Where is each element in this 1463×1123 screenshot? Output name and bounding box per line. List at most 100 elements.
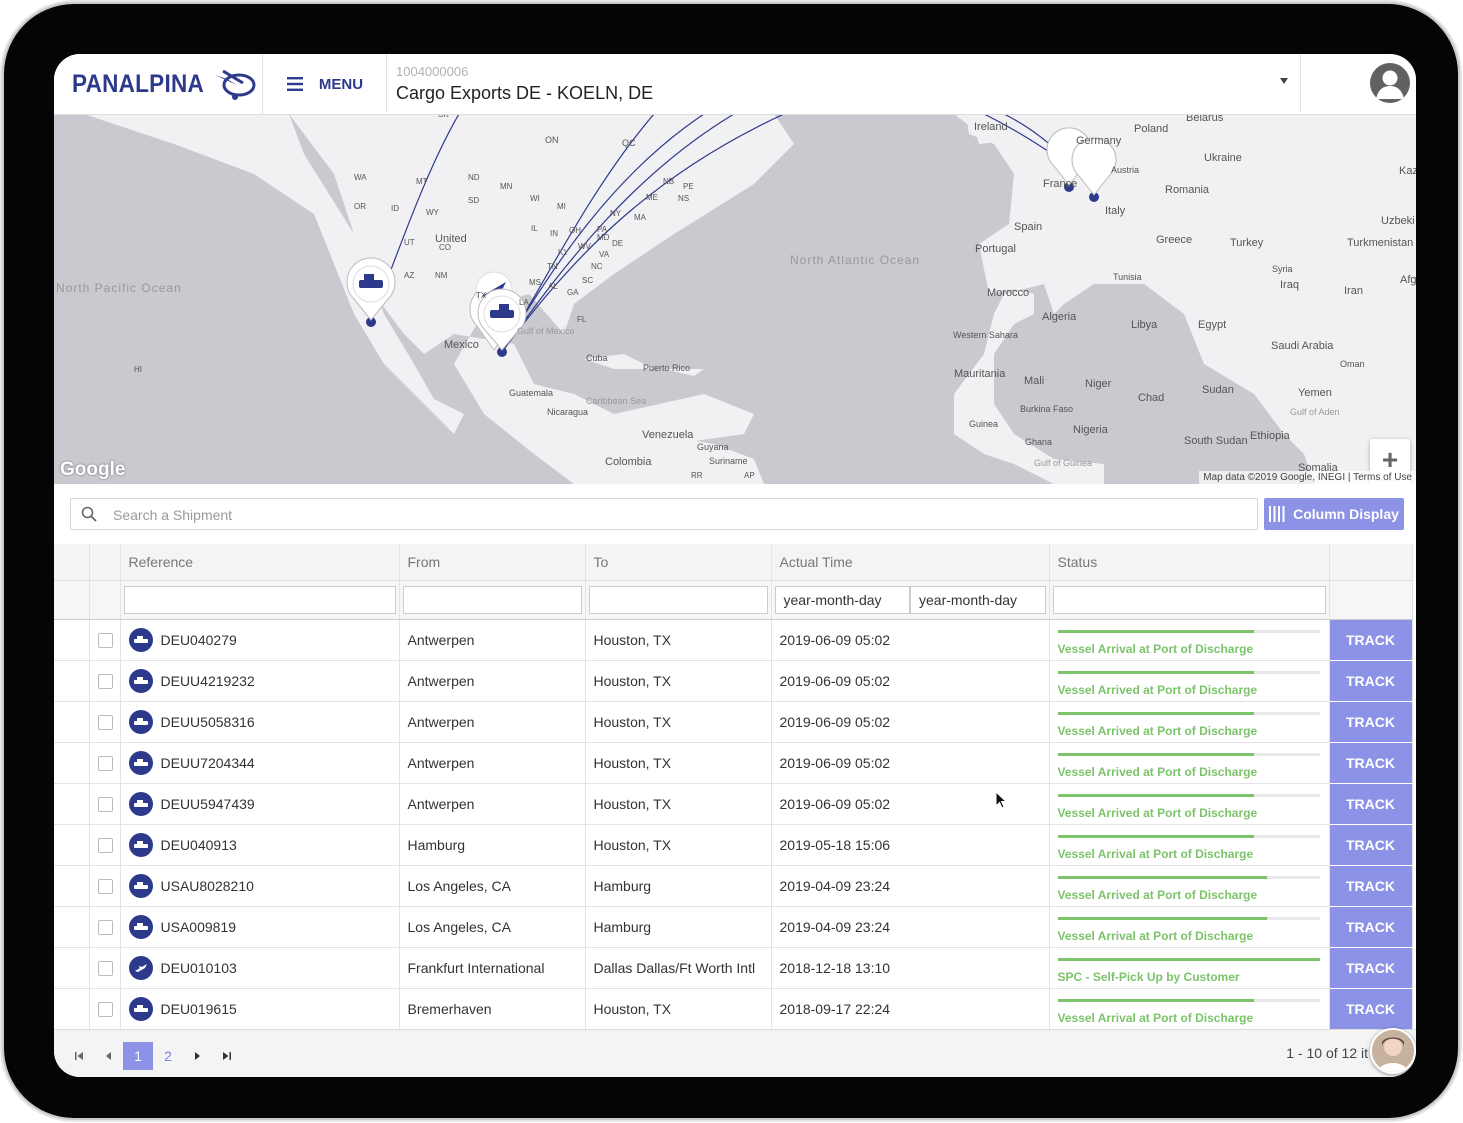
status-progress-bar <box>1057 835 1320 838</box>
row-checkbox[interactable] <box>97 1001 113 1017</box>
row-checkbox[interactable] <box>97 960 113 976</box>
track-button[interactable]: TRACK <box>1329 865 1413 907</box>
label-nigeria: Nigeria <box>1073 424 1109 436</box>
filter-status-cell <box>1049 580 1330 620</box>
actual-time-cell: 2019-06-09 05:02 <box>771 783 1050 825</box>
reference-cell: USA009819 <box>120 906 400 948</box>
track-button[interactable]: TRACK <box>1329 947 1413 989</box>
actual-time-cell: 2018-09-17 22:24 <box>771 988 1050 1030</box>
filter-status-input[interactable] <box>1052 586 1326 614</box>
table-row[interactable]: USA009819 Los Angeles, CA Hamburg 2019-04-0… <box>54 906 1413 948</box>
track-button[interactable]: TRACK <box>1329 619 1413 661</box>
menu-button[interactable]: MENU <box>262 54 387 114</box>
actual-time-cell: 2019-04-09 23:24 <box>771 865 1050 907</box>
label-south-sudan: South Sudan <box>1184 435 1248 447</box>
table-row[interactable]: DEUU5058316 Antwerpen Houston, TX 2019-06-0… <box>54 701 1413 743</box>
prev-page-icon[interactable] <box>102 1042 116 1070</box>
support-chat-avatar[interactable] <box>1370 1028 1416 1074</box>
filter-from-input[interactable] <box>402 586 582 614</box>
date-from-input[interactable]: year-month-day <box>774 586 910 614</box>
track-button[interactable]: TRACK <box>1329 906 1413 948</box>
track-button[interactable]: TRACK <box>1329 701 1413 743</box>
select-cell <box>89 824 121 866</box>
status-cell: Vessel Arrived at Port of Discharge <box>1049 742 1330 784</box>
track-button[interactable]: TRACK <box>1329 988 1413 1030</box>
col-from[interactable]: From <box>399 544 586 581</box>
first-page-icon[interactable] <box>72 1042 86 1070</box>
status-text: Vessel Arrival at Port of Discharge <box>1057 1011 1254 1025</box>
table-row[interactable]: DEU019615 Bremerhaven Houston, TX 2018-09-1… <box>54 988 1413 1030</box>
table-row[interactable]: DEUU5947439 Antwerpen Houston, TX 2019-06-0… <box>54 783 1413 825</box>
caret-down-icon <box>1280 78 1288 84</box>
page-2-button[interactable]: 2 <box>158 1042 178 1070</box>
status-text: Vessel Arrival at Port of Discharge <box>1057 642 1254 656</box>
label-nicaragua: Nicaragua <box>547 407 588 417</box>
row-checkbox[interactable] <box>97 714 113 730</box>
row-checkbox[interactable] <box>97 796 113 812</box>
pagination: 1 2 1 - 10 of 12 it <box>54 1029 1416 1077</box>
label-wy: WY <box>426 208 440 217</box>
row-checkbox[interactable] <box>97 878 113 894</box>
table-body: DEU040279 Antwerpen Houston, TX 2019-06-09 … <box>54 619 1413 1030</box>
col-actual-time[interactable]: Actual Time <box>771 544 1050 581</box>
panalpina-logo[interactable]: PANALPINA <box>72 66 257 102</box>
row-checkbox[interactable] <box>97 919 113 935</box>
label-de: DE <box>612 239 623 248</box>
filter-to-cell <box>585 580 772 620</box>
track-button[interactable]: TRACK <box>1329 783 1413 825</box>
date-to-input[interactable]: year-month-day <box>910 586 1046 614</box>
label-germany: Germany <box>1076 135 1122 147</box>
table-row[interactable]: DEU040913 Hamburg Houston, TX 2019-05-18 15… <box>54 824 1413 866</box>
label-mexico: Mexico <box>444 339 479 351</box>
label-ny: NY <box>610 209 622 218</box>
filter-empty-2 <box>89 580 121 620</box>
table-row[interactable]: DEUU7204344 Antwerpen Houston, TX 2019-06-0… <box>54 742 1413 784</box>
reference-cell: DEUU5947439 <box>120 783 400 825</box>
page-1-button[interactable]: 1 <box>123 1042 153 1070</box>
account-selector[interactable]: 1004000006 Cargo Exports DE - KOELN, DE <box>386 54 1301 112</box>
table-row[interactable]: DEU040279 Antwerpen Houston, TX 2019-06-09 … <box>54 619 1413 661</box>
status-cell: Vessel Arrival at Port of Discharge <box>1049 824 1330 866</box>
label-suriname: Suriname <box>709 456 748 466</box>
last-page-icon[interactable] <box>220 1042 234 1070</box>
row-checkbox[interactable] <box>97 755 113 771</box>
search-input[interactable] <box>111 499 1245 531</box>
app-screen: PANALPINA MENU 1004000006 Cargo Exports … <box>54 54 1416 1077</box>
reference-cell: DEUU5058316 <box>120 701 400 743</box>
user-avatar[interactable] <box>1370 63 1410 103</box>
ship-icon <box>128 628 153 652</box>
terms-of-use-link[interactable]: Terms of Use <box>1353 472 1412 483</box>
next-page-icon[interactable] <box>190 1042 204 1070</box>
row-checkbox[interactable] <box>97 673 113 689</box>
table-row[interactable]: USAU8028210 Los Angeles, CA Hamburg 2019-04… <box>54 865 1413 907</box>
shipment-map[interactable]: Ireland Belarus Poland Germany Ukraine K… <box>54 114 1416 484</box>
status-progress-bar <box>1057 671 1320 674</box>
row-checkbox[interactable] <box>97 837 113 853</box>
col-status[interactable]: Status <box>1049 544 1330 581</box>
filter-reference-input[interactable] <box>123 586 396 614</box>
track-button[interactable]: TRACK <box>1329 742 1413 784</box>
reference-text: DEUU4219232 <box>160 673 255 689</box>
col-reference[interactable]: Reference <box>120 544 400 581</box>
track-button[interactable]: TRACK <box>1329 660 1413 702</box>
status-cell: Vessel Arrival at Port of Discharge <box>1049 906 1330 948</box>
filter-to-input[interactable] <box>588 586 768 614</box>
column-display-button[interactable]: Column Display <box>1264 498 1404 530</box>
track-button[interactable]: TRACK <box>1329 824 1413 866</box>
status-progress-fill <box>1057 794 1254 797</box>
status-cell: SPC - Self-Pick Up by Customer <box>1049 947 1330 989</box>
label-ga: GA <box>567 288 579 297</box>
world-map: Ireland Belarus Poland Germany Ukraine K… <box>54 114 1416 484</box>
label-saudi: Saudi Arabia <box>1271 340 1334 352</box>
reference-text: DEU040913 <box>160 837 237 853</box>
label-fl: FL <box>577 315 587 324</box>
table-row[interactable]: DEUU4219232 Antwerpen Houston, TX 2019-06-0… <box>54 660 1413 702</box>
col-to[interactable]: To <box>585 544 772 581</box>
select-cell <box>89 988 121 1030</box>
from-cell: Antwerpen <box>399 701 586 743</box>
row-checkbox[interactable] <box>97 632 113 648</box>
table-row[interactable]: DEU010103 Frankfurt International Dallas D… <box>54 947 1413 989</box>
column-display-label: Column Display <box>1293 506 1399 522</box>
label-chad: Chad <box>1138 392 1164 404</box>
label-qc: QC <box>622 138 636 148</box>
